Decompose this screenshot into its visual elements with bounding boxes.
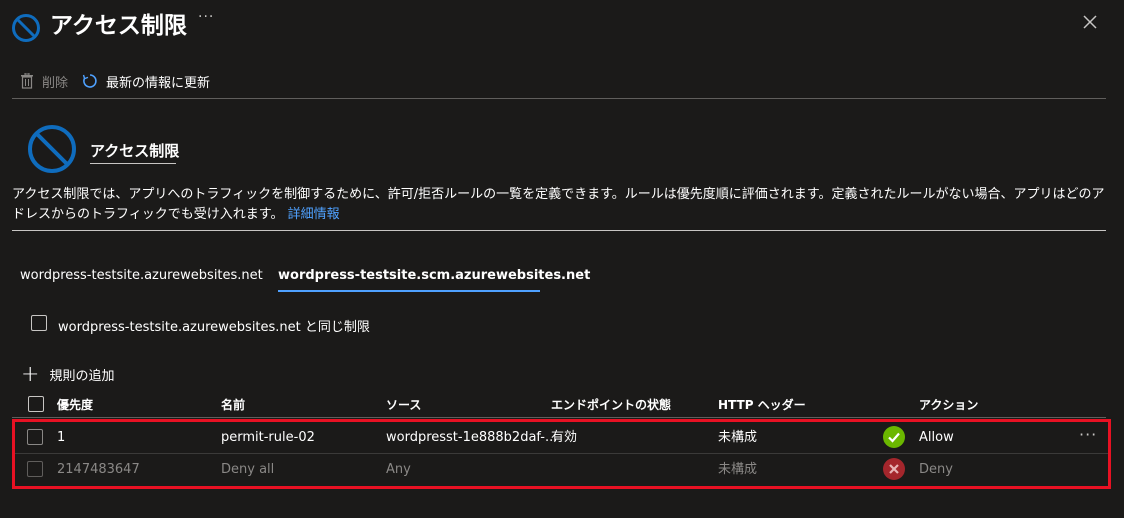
highlight-box <box>12 419 1111 489</box>
section-title: アクセス制限 <box>90 142 180 160</box>
add-rule-button[interactable]: + 規則の追加 <box>21 361 115 387</box>
same-restriction-checkbox[interactable] <box>31 315 47 331</box>
tab-main-site[interactable]: wordpress-testsite.azurewebsites.net <box>20 268 263 283</box>
add-rule-label: 規則の追加 <box>49 369 115 384</box>
table-header-divider <box>12 417 1106 418</box>
delete-label: 削除 <box>42 75 69 91</box>
description-divider <box>12 230 1106 231</box>
select-all-checkbox[interactable] <box>28 396 44 412</box>
access-restriction-icon <box>12 14 40 42</box>
plus-icon: + <box>21 361 40 387</box>
delete-button[interactable]: 削除 <box>20 72 68 91</box>
toolbar-divider <box>12 98 1106 99</box>
tab-scm-site[interactable]: wordpress-testsite.scm.azurewebsites.net <box>278 268 590 283</box>
page-title: アクセス制限 <box>50 13 187 39</box>
close-icon[interactable] <box>1080 12 1100 32</box>
active-tab-indicator <box>278 290 540 292</box>
refresh-icon <box>82 74 97 88</box>
access-restriction-large-icon <box>28 125 76 173</box>
column-header-source[interactable]: ソース <box>386 396 421 413</box>
description-text: アクセス制限では、アプリへのトラフィックを制御するために、許可/拒否ルールの一覧… <box>12 187 1105 222</box>
column-header-name[interactable]: 名前 <box>221 396 245 413</box>
column-header-action[interactable]: アクション <box>919 396 978 413</box>
refresh-button[interactable]: 最新の情報に更新 <box>82 72 210 91</box>
more-options-button[interactable]: ··· <box>198 9 214 25</box>
refresh-label: 最新の情報に更新 <box>106 75 211 91</box>
description: アクセス制限では、アプリへのトラフィックを制御するために、許可/拒否ルールの一覧… <box>12 185 1106 225</box>
toolbar: 削除 最新の情報に更新 <box>20 70 224 92</box>
column-header-endpoint-status[interactable]: エンドポイントの状態 <box>551 396 671 413</box>
same-restriction-label: wordpress-testsite.azurewebsites.net と同じ… <box>58 320 370 335</box>
column-header-priority[interactable]: 優先度 <box>57 396 93 413</box>
learn-more-link[interactable]: 詳細情報 <box>288 207 340 222</box>
section-title-underline <box>90 163 176 164</box>
column-header-http-headers[interactable]: HTTP ヘッダー <box>718 396 806 413</box>
trash-icon <box>21 73 33 89</box>
